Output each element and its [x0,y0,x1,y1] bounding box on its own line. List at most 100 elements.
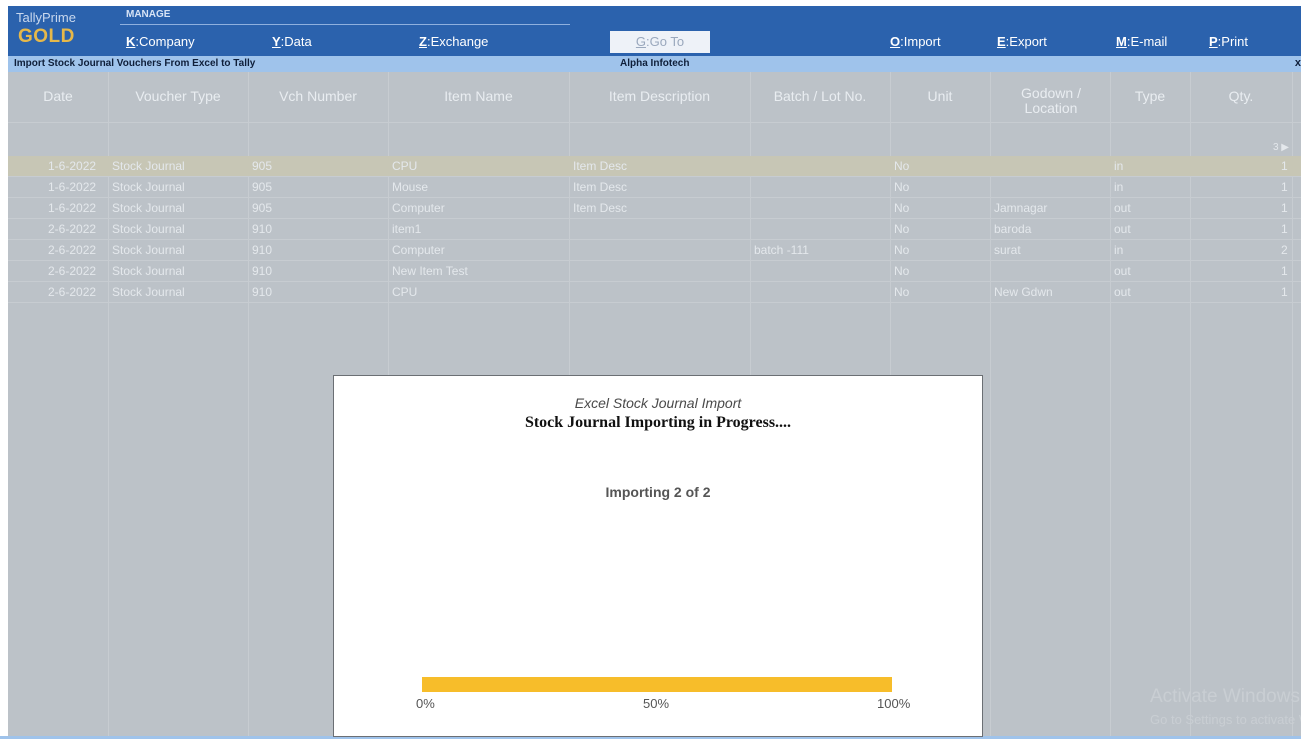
menu-data[interactable]: Y:Data [272,34,312,49]
row-divider [8,281,1301,282]
cell-type: in [1114,243,1124,257]
table-row[interactable]: 2-6-2022 Stock Journal 910 CPU No New Gd… [8,282,1301,302]
cell-vch-number: 905 [252,201,273,215]
menu-email[interactable]: M:E-mail [1116,34,1167,49]
cell-qty: 1 [1281,201,1288,215]
cell-vch-number: 910 [252,264,273,278]
cell-date: 2-6-2022 [48,243,97,257]
column-header-label: Item Description [608,88,711,104]
cell-qty: 1 [1281,180,1288,194]
cell-voucher-type: Stock Journal [112,201,185,215]
cell-type: out [1114,222,1131,236]
column-header-qty: Qty. [1190,72,1292,122]
cell-item-name: CPU [392,159,418,173]
cell-item-description: Item Desc [573,201,628,215]
cell-unit: No [894,264,910,278]
menu-print-key: P [1209,34,1218,49]
column-header-label: Vch Number [279,88,357,104]
menu-export-key: E [997,34,1006,49]
table-row[interactable]: 2-6-2022 Stock Journal 910 Computer batc… [8,240,1301,260]
menu-exchange-key: Z [419,34,427,49]
progress-tick-0: 0% [416,696,435,711]
progress-bar [422,677,892,692]
menu-exchange[interactable]: Z:Exchange [419,34,488,49]
cell-qty: 1 [1281,222,1288,236]
goto-button[interactable]: G:Go To [610,31,710,53]
row-divider [8,302,1301,303]
menu-print-label: Print [1221,34,1249,49]
menu-print[interactable]: P:Print [1209,34,1248,49]
column-header-type: Type [1110,72,1190,122]
menu-company-key: K [126,34,136,49]
column-header-unit: Unit [890,72,990,122]
cell-godown: Jamnagar [994,201,1048,215]
cell-type: in [1114,180,1124,194]
left-border [0,72,8,739]
progress-bar-fill [422,677,892,692]
menu-import-label: Import [903,34,941,49]
menu-exchange-label: Exchange [430,34,489,49]
column-header-label: Date [43,88,73,104]
column-header-label: Godown / Location [1021,85,1081,116]
cell-voucher-type: Stock Journal [112,222,185,236]
cell-date: 2-6-2022 [48,264,97,278]
row-divider [8,218,1301,219]
column-header-label: Batch / Lot No. [773,88,867,104]
cell-item-name: CPU [392,285,418,299]
cell-item-name: Mouse [392,180,429,194]
cell-qty: 2 [1281,243,1288,257]
column-header-batch: Batch / Lot No. [750,72,890,122]
menu-import[interactable]: O:Import [890,34,941,49]
column-header-voucher-type: Voucher Type [108,72,248,122]
menu-email-key: M [1116,34,1127,49]
cell-date: 2-6-2022 [48,222,97,236]
cell-date: 1-6-2022 [48,201,97,215]
company-name: Alpha Infotech [620,58,690,69]
table-row[interactable]: 2-6-2022 Stock Journal 910 New Item Test… [8,261,1301,281]
cell-unit: No [894,222,910,236]
column-header-item-name: Item Name [388,72,569,122]
cell-vch-number: 910 [252,222,273,236]
cell-vch-number: 905 [252,180,273,194]
brand-edition: GOLD [18,26,75,47]
column-header-vch-number: Vch Number [248,72,388,122]
menu-group-label: MANAGE [126,9,171,20]
import-status-text: Importing 2 of 2 [605,484,711,500]
cell-godown: surat [994,243,1021,257]
cell-unit: No [894,180,910,194]
progress-tick-50: 50% [643,696,670,711]
table-row[interactable]: 1-6-2022 Stock Journal 905 Computer Item… [8,198,1301,218]
menu-company[interactable]: K:Company [126,34,195,49]
report-title: Import Stock Journal Vouchers From Excel… [14,58,256,69]
column-pager[interactable]: 3 ▶ [1273,142,1289,153]
menu-group-divider [120,24,570,25]
table-row[interactable]: 1-6-2022 Stock Journal 905 CPU Item Desc… [8,156,1301,176]
row-divider [8,260,1301,261]
menu-export[interactable]: E:Export [997,34,1047,49]
table-row[interactable]: 2-6-2022 Stock Journal 910 item1 No baro… [8,219,1301,239]
column-header-label: Qty. [1228,88,1254,104]
column-header-label: Item Name [444,88,513,104]
header-divider [8,122,1301,123]
column-header-date: Date [8,72,108,122]
dialog-subtitle: Excel Stock Journal Import [574,395,742,411]
cell-item-description: Item Desc [573,180,628,194]
column-header-label: Type [1134,88,1166,104]
top-menu-bar: TallyPrime GOLD MANAGE K:Company Y:Data … [8,6,1301,56]
cell-item-name: item1 [392,222,422,236]
menu-export-label: Export [1009,34,1047,49]
menu-import-key: O [890,34,901,49]
progress-tick-100: 100% [877,696,911,711]
activation-watermark: Activate Windows [1150,686,1300,707]
cell-type: out [1114,201,1131,215]
cell-unit: No [894,201,910,215]
cell-item-name: New Item Test [392,264,468,278]
cell-qty: 1 [1281,159,1288,173]
table-row[interactable]: 1-6-2022 Stock Journal 905 Mouse Item De… [8,177,1301,197]
cell-voucher-type: Stock Journal [112,264,185,278]
cell-item-name: Computer [392,201,445,215]
menu-data-key: Y [272,34,281,49]
close-icon[interactable]: x [1295,57,1301,69]
column-header-label: Voucher Type [135,88,221,104]
menu-email-label: E-mail [1130,34,1168,49]
